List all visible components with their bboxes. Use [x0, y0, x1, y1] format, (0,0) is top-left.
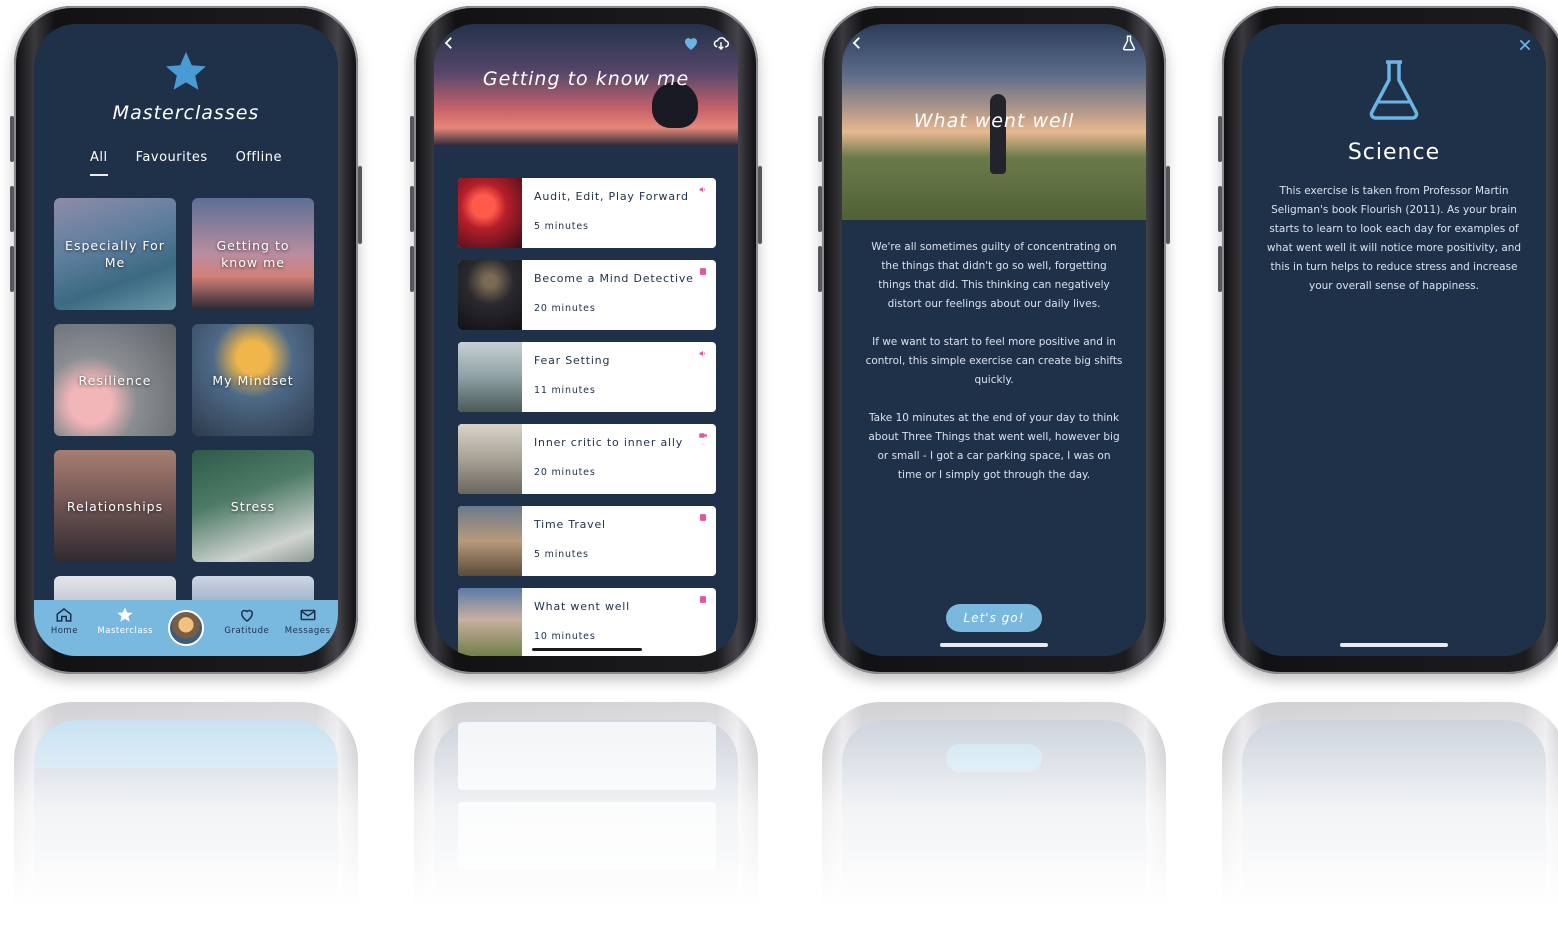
- tile-my-mindset[interactable]: My Mindset: [192, 324, 314, 436]
- tab-all[interactable]: All: [90, 150, 108, 176]
- hero-person: [990, 94, 1006, 174]
- nav-home[interactable]: Home: [34, 606, 94, 636]
- home-icon: [56, 608, 72, 622]
- reflection-fade: [1222, 702, 1558, 944]
- tab-favourites[interactable]: Favourites: [136, 150, 208, 165]
- page-title: Getting to know me: [482, 68, 690, 90]
- home-indicator: [532, 648, 642, 651]
- cloud-download-icon[interactable]: [712, 34, 730, 52]
- bottom-nav: Home Masterclass Gratitude Messages: [34, 600, 338, 656]
- close-icon[interactable]: [1518, 38, 1532, 52]
- lets-go-button[interactable]: Let's go!: [946, 604, 1042, 632]
- exercise-description: We're all sometimes guilty of concentrat…: [864, 238, 1124, 504]
- nav-label: Masterclass: [97, 626, 153, 636]
- item-duration: 5 minutes: [534, 221, 589, 232]
- item-thumbnail: [458, 424, 522, 494]
- tile-relationships[interactable]: Relationships: [54, 450, 176, 562]
- list-item[interactable]: Fear Setting 11 minutes: [458, 342, 716, 412]
- paragraph: We're all sometimes guilty of concentrat…: [871, 241, 1117, 310]
- tile-especially-for-me[interactable]: Especially For Me: [54, 198, 176, 310]
- masterclasses-screen: Masterclasses All Favourites Offline Esp…: [34, 24, 338, 656]
- getting-to-know-me-screen: Getting to know me Audit, Edit, Play For…: [434, 24, 738, 656]
- item-duration: 11 minutes: [534, 385, 596, 396]
- mail-icon: [300, 609, 316, 621]
- phone-masterclasses: Masterclasses All Favourites Offline Esp…: [10, 6, 362, 674]
- item-duration: 10 minutes: [534, 631, 596, 642]
- item-title: Audit, Edit, Play Forward: [534, 190, 689, 203]
- tab-offline[interactable]: Offline: [236, 150, 282, 165]
- tile-label: Getting to know me: [216, 238, 290, 270]
- item-thumbnail: [458, 178, 522, 248]
- nav-label: Gratitude: [224, 626, 270, 636]
- phone-reflection: [14, 702, 358, 944]
- paragraph: If we want to start to feel more positiv…: [865, 336, 1123, 386]
- nav-messages[interactable]: Messages: [278, 606, 338, 636]
- tile-label: Relationships: [66, 498, 164, 514]
- item-thumbnail: [458, 588, 522, 656]
- reflection-fade: [822, 702, 1166, 944]
- paragraph: Take 10 minutes at the end of your day t…: [868, 412, 1120, 481]
- home-indicator: [1340, 643, 1448, 647]
- phone-reflection: [822, 702, 1166, 944]
- item-duration: 20 minutes: [534, 467, 596, 478]
- item-duration: 20 minutes: [534, 303, 596, 314]
- back-chevron-icon[interactable]: [440, 34, 458, 52]
- item-title: Inner critic to inner ally: [534, 436, 684, 449]
- item-duration: 5 minutes: [534, 549, 589, 560]
- science-screen: Science This exercise is taken from Prof…: [1242, 24, 1546, 656]
- reflection-fade: [414, 702, 758, 944]
- list-item[interactable]: What went well 10 minutes: [458, 588, 716, 656]
- book-icon: [700, 596, 706, 603]
- nav-masterclass[interactable]: Masterclass: [95, 606, 155, 636]
- nav-label: Home: [50, 626, 78, 636]
- item-title: Time Travel: [534, 518, 606, 531]
- list-item[interactable]: Become a Mind Detective 20 minutes: [458, 260, 716, 330]
- phone-getting-to-know-me: Getting to know me Audit, Edit, Play For…: [410, 6, 762, 674]
- item-title: What went well: [534, 600, 631, 613]
- tile-label: My Mindset: [212, 372, 294, 388]
- flask-icon[interactable]: [1120, 34, 1138, 52]
- nav-profile[interactable]: [156, 606, 216, 646]
- audio-icon: [699, 350, 705, 357]
- item-thumbnail: [458, 260, 522, 330]
- tile-getting-to-know-me[interactable]: Getting to know me: [192, 198, 314, 310]
- tile-label: Especially For Me: [65, 238, 165, 270]
- nav-label: Messages: [284, 626, 331, 636]
- filter-tabs: All Favourites Offline: [34, 150, 338, 176]
- page-title: Science: [1347, 140, 1441, 165]
- home-indicator: [940, 643, 1048, 647]
- audio-icon: [699, 186, 705, 193]
- book-icon: [700, 268, 706, 275]
- item-thumbnail: [458, 342, 522, 412]
- phone-what-went-well: What went well We're all sometimes guilt…: [818, 6, 1170, 674]
- flask-icon: [1369, 60, 1419, 120]
- avatar[interactable]: [167, 610, 204, 646]
- phone-reflection: [414, 702, 758, 944]
- page-title: What went well: [913, 110, 1075, 132]
- heart-icon[interactable]: [682, 34, 700, 52]
- list-item[interactable]: Audit, Edit, Play Forward 5 minutes: [458, 178, 716, 248]
- back-chevron-icon[interactable]: [848, 34, 866, 52]
- tile-resilience[interactable]: Resilience: [54, 324, 176, 436]
- tile-stress[interactable]: Stress: [192, 450, 314, 562]
- book-icon: [700, 514, 706, 521]
- reflection-fade: [14, 702, 358, 944]
- nav-gratitude[interactable]: Gratitude: [217, 606, 277, 636]
- item-title: Fear Setting: [534, 354, 611, 367]
- video-icon: [699, 433, 707, 438]
- phone-science: Science This exercise is taken from Prof…: [1218, 6, 1558, 674]
- heart-icon: [240, 609, 253, 622]
- tile-label: Stress: [230, 498, 276, 514]
- item-thumbnail: [458, 506, 522, 576]
- what-went-well-screen: What went well We're all sometimes guilt…: [842, 24, 1146, 656]
- item-title: Become a Mind Detective: [534, 272, 694, 285]
- list-item[interactable]: Inner critic to inner ally 20 minutes: [458, 424, 716, 494]
- list-item[interactable]: Time Travel 5 minutes: [458, 506, 716, 576]
- star-icon: [117, 607, 133, 622]
- phone-reflection: [1222, 702, 1558, 944]
- tile-label: Resilience: [78, 372, 152, 388]
- page-title: Masterclasses: [112, 102, 260, 124]
- star-icon: [166, 52, 206, 90]
- science-description: This exercise is taken from Professor Ma…: [1266, 185, 1522, 292]
